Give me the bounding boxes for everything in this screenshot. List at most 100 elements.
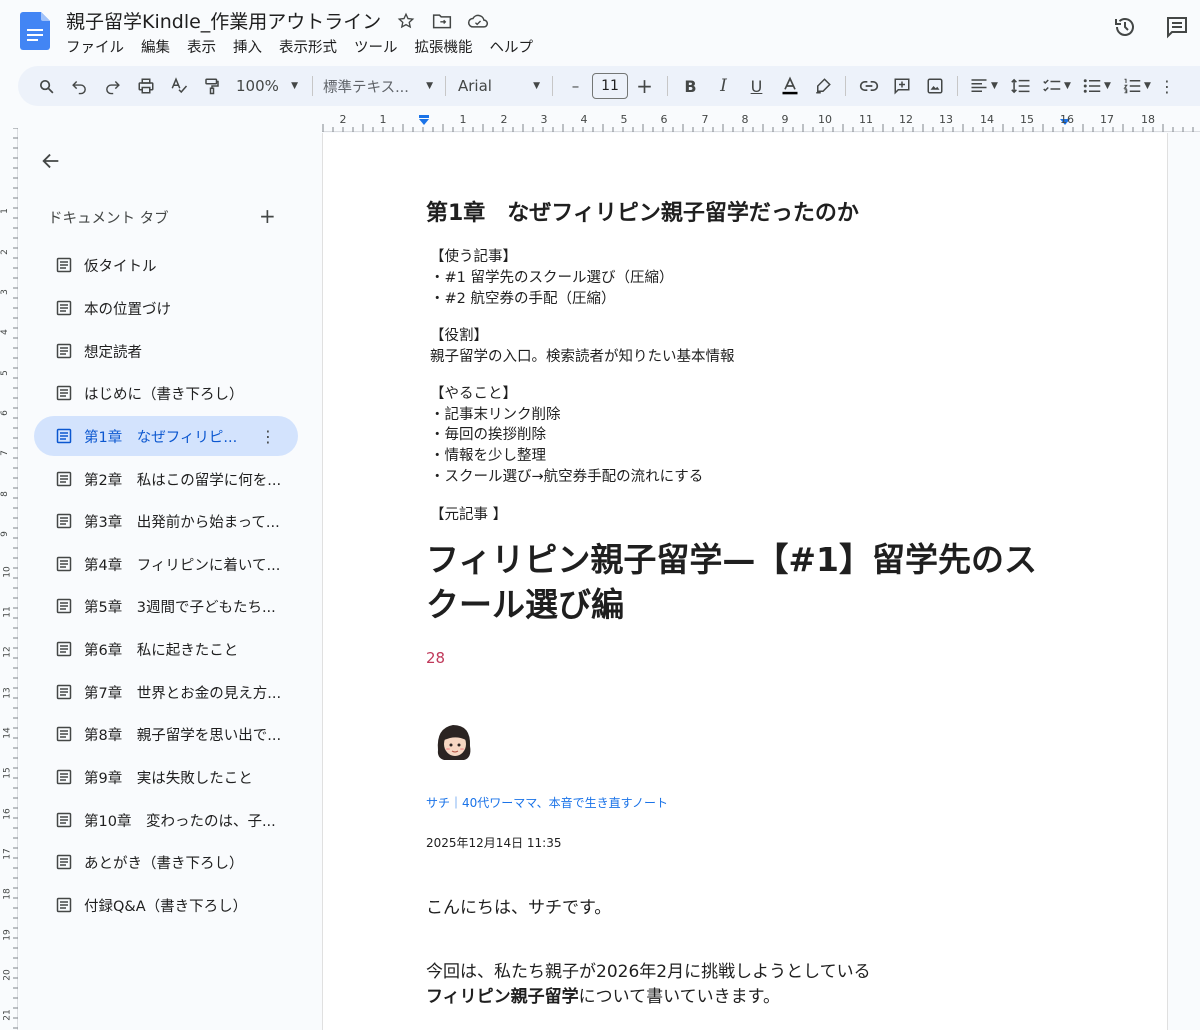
author-link[interactable]: サチ｜40代ワーママ、本音で生き直すノート	[426, 794, 668, 811]
undo-icon[interactable]	[63, 72, 96, 100]
zoom-value: 100%	[236, 77, 279, 95]
tab-item[interactable]: 第2章 私はこの留学に何を...	[34, 459, 298, 499]
tab-item[interactable]: 第3章 出発前から始まって...	[34, 501, 298, 541]
menu-file[interactable]: ファイル	[66, 36, 124, 57]
insert-link-icon[interactable]	[852, 72, 885, 100]
redo-icon[interactable]	[96, 72, 129, 100]
ruler-number: 12	[899, 113, 913, 126]
text-line: ・スクール選び→航空券手配の流れにする	[430, 469, 704, 485]
spellcheck-icon[interactable]	[162, 72, 195, 100]
bulleted-list-icon[interactable]: ▼	[1077, 72, 1117, 100]
document-title[interactable]: 親子留学Kindle_作業用アウトライン	[66, 7, 381, 34]
menu-help[interactable]: ヘルプ	[490, 36, 534, 57]
line-spacing-icon[interactable]	[1004, 72, 1037, 100]
menu-insert[interactable]: 挿入	[233, 36, 262, 57]
tabs-header: ドキュメント タブ	[48, 211, 169, 227]
first-line-indent-marker	[419, 115, 429, 118]
tab-label: 第3章 出発前から始まって...	[84, 514, 280, 531]
text-line: ・#2 航空券の手配（圧縮）	[430, 291, 616, 307]
tab-item[interactable]: 第8章 親子留学を思い出で...	[34, 714, 298, 754]
toolbar-divider	[312, 76, 313, 96]
tab-item[interactable]: はじめに（書き下ろし）	[34, 373, 298, 413]
article-title: フィリピン親子留学—【#1】留学先のスクール選び編	[426, 540, 1037, 624]
document-tab-icon	[56, 556, 72, 572]
avatar	[428, 716, 480, 768]
more-options-icon[interactable]: ⋮	[1157, 72, 1177, 100]
post-date: 2025年12月14日 11:35	[426, 836, 562, 850]
zoom-select[interactable]: 100% ▼	[228, 72, 306, 100]
chevron-down-icon: ▼	[533, 81, 540, 91]
ruler-number: 5	[0, 370, 10, 376]
tab-item[interactable]: 想定読者	[34, 331, 298, 371]
ruler-number: 18	[2, 888, 13, 900]
tab-label: 第5章 3週間で子どもたち...	[84, 599, 276, 616]
chevron-down-icon: ▼	[1064, 81, 1071, 91]
ruler-number: 5	[620, 113, 628, 126]
tab-item[interactable]: 第7章 世界とお金の見え方...	[34, 672, 298, 712]
highlight-color-icon[interactable]	[806, 72, 839, 100]
tab-label: 本の位置づけ	[84, 301, 171, 318]
menu-view[interactable]: 表示	[187, 36, 216, 57]
add-comment-icon[interactable]	[885, 72, 918, 100]
text-line: ・記事末リンク削除	[430, 407, 561, 423]
move-folder-icon[interactable]	[431, 10, 453, 32]
back-arrow-icon[interactable]	[40, 150, 64, 174]
tab-item[interactable]: 仮タイトル	[34, 245, 298, 285]
version-history-icon[interactable]	[1112, 14, 1138, 40]
tab-label: 想定読者	[84, 344, 142, 361]
document-tab-icon	[56, 471, 72, 487]
print-icon[interactable]	[129, 72, 162, 100]
decrease-font-size-button[interactable]: –	[559, 72, 592, 100]
paint-format-icon[interactable]	[195, 72, 228, 100]
tab-item-active[interactable]: 第1章 なぜフィリピ... ⋮	[34, 416, 298, 456]
font-size-input[interactable]: 11	[592, 73, 628, 99]
paragraph-style-select[interactable]: 標準テキス... ▼	[319, 72, 439, 100]
add-tab-button[interactable]: +	[259, 204, 276, 228]
increase-font-size-button[interactable]: +	[628, 72, 661, 100]
vertical-ruler[interactable]: 1 2 3 4 5 6 7 8 9 10 11 12 13 14 15 16 1…	[0, 128, 18, 1030]
ruler-number: 7	[701, 113, 709, 126]
ruler-number: 17	[2, 848, 13, 860]
cloud-status-icon[interactable]	[467, 10, 489, 32]
document-page[interactable]: 第1章 なぜフィリピン親子留学だったのか 【使う記事】 ・#1 留学先のスクール…	[322, 133, 1168, 1030]
ruler-number: 10	[818, 113, 832, 126]
menu-format[interactable]: 表示形式	[279, 36, 337, 57]
horizontal-ruler[interactable]: 2 1 1 2 3 4 5 6 7 8 9 10 11 12 13 14 15 …	[322, 110, 1200, 132]
numbered-list-icon[interactable]: ▼	[1117, 72, 1157, 100]
toolbar-divider	[445, 76, 446, 96]
search-menus-icon[interactable]	[30, 72, 63, 100]
chevron-down-icon: ▼	[291, 81, 298, 91]
tab-label: 第4章 フィリピンに着いて...	[84, 557, 281, 574]
chevron-down-icon: ▼	[1104, 81, 1111, 91]
ruler-number: 12	[2, 646, 13, 658]
tab-options-icon[interactable]: ⋮	[258, 426, 278, 446]
underline-icon[interactable]: U	[740, 72, 773, 100]
ruler-number: 20	[2, 969, 13, 981]
ruler-number: 14	[980, 113, 994, 126]
checklist-icon[interactable]: ▼	[1037, 72, 1077, 100]
menu-extensions[interactable]: 拡張機能	[415, 36, 473, 57]
font-select[interactable]: Arial ▼	[452, 72, 546, 100]
menu-tools[interactable]: ツール	[354, 36, 398, 57]
tab-item[interactable]: 本の位置づけ	[34, 288, 298, 328]
tab-item[interactable]: 第6章 私に起きたこと	[34, 629, 298, 669]
star-icon[interactable]	[395, 10, 417, 32]
tab-item[interactable]: 第9章 実は失敗したこと	[34, 757, 298, 797]
bold-icon[interactable]: B	[674, 72, 707, 100]
menu-edit[interactable]: 編集	[141, 36, 170, 57]
tab-item[interactable]: 第5章 3週間で子どもたち...	[34, 586, 298, 626]
insert-image-icon[interactable]	[918, 72, 951, 100]
text-color-icon[interactable]	[773, 72, 806, 100]
docs-logo-icon[interactable]	[20, 12, 50, 50]
ruler-number: 7	[0, 450, 10, 456]
tab-item[interactable]: あとがき（書き下ろし）	[34, 842, 298, 882]
align-icon[interactable]: ▼	[964, 72, 1004, 100]
italic-icon[interactable]: I	[707, 72, 740, 100]
tab-item[interactable]: 第10章 変わったのは、子...	[34, 800, 298, 840]
tab-item[interactable]: 第4章 フィリピンに着いて...	[34, 544, 298, 584]
comments-icon[interactable]	[1164, 14, 1190, 40]
ruler-number: 1	[459, 113, 467, 126]
tab-item[interactable]: 付録Q&A（書き下ろし）	[34, 885, 298, 925]
ruler-number: 9	[781, 113, 789, 126]
ruler-number: 11	[859, 113, 873, 126]
